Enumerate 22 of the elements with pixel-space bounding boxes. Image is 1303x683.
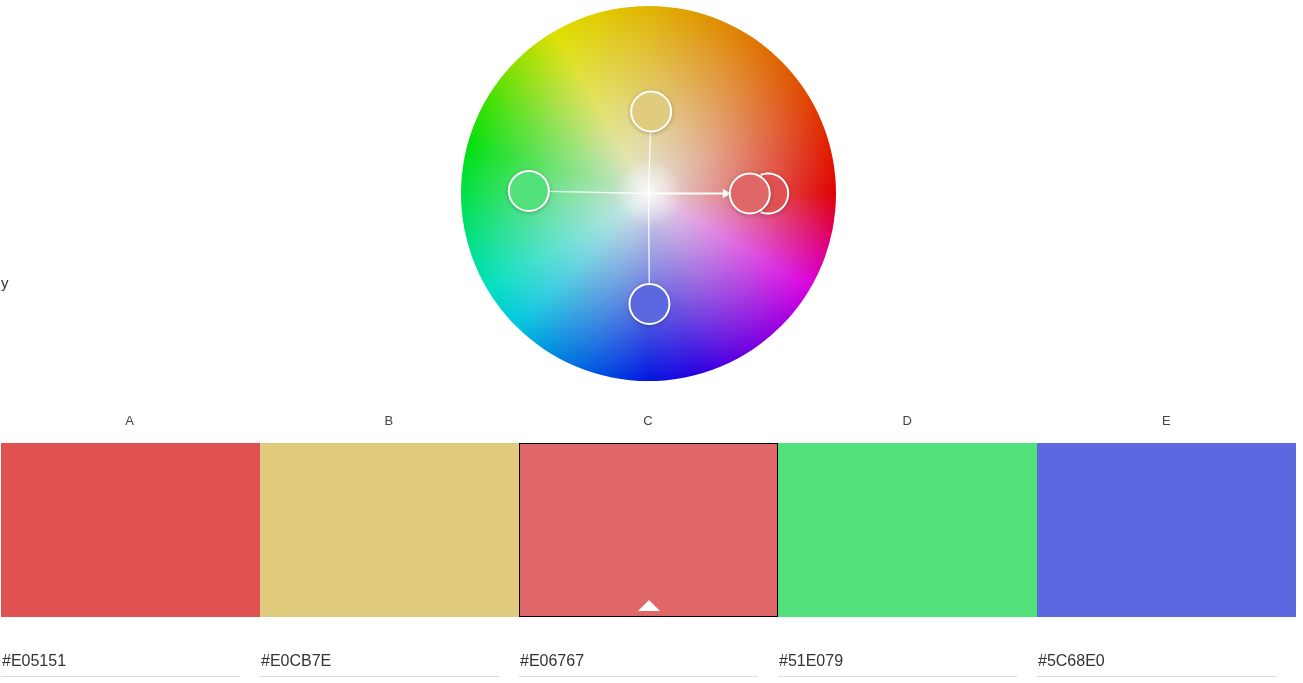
- color-handle[interactable]: [627, 283, 670, 325]
- hex-input[interactable]: #51E079: [778, 645, 1017, 677]
- swatch-label: A: [125, 413, 134, 429]
- swatch-label: B: [384, 413, 394, 429]
- color-swatch[interactable]: [1037, 443, 1296, 617]
- color-swatch[interactable]: [778, 443, 1037, 617]
- hex-input[interactable]: #E0CB7E: [260, 645, 499, 677]
- color-swatch[interactable]: [519, 443, 778, 617]
- swatch-label: E: [1162, 413, 1171, 429]
- color-swatch[interactable]: [260, 443, 519, 617]
- hex-input[interactable]: #E05151: [1, 645, 240, 677]
- hex-input[interactable]: #E06767: [519, 645, 758, 677]
- triangle-icon: [637, 600, 660, 611]
- side-label: y: [1, 274, 9, 292]
- swatch-label: C: [643, 413, 653, 429]
- color-swatch[interactable]: [1, 443, 260, 617]
- hex-input[interactable]: #5C68E0: [1037, 645, 1276, 677]
- color-handle[interactable]: [507, 169, 550, 212]
- swatch-label: D: [902, 413, 912, 429]
- color-handle[interactable]: [759, 172, 789, 215]
- color-handle[interactable]: [629, 90, 672, 133]
- color-handle[interactable]: [728, 172, 771, 215]
